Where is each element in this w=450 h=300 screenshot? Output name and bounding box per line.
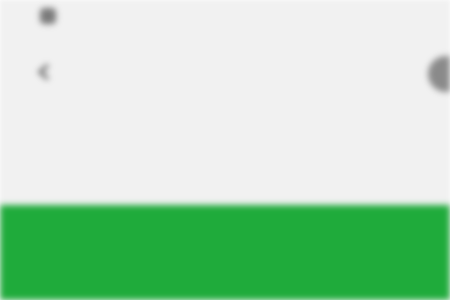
- status-left: [40, 8, 62, 24]
- back-arrow-icon[interactable]: [30, 58, 58, 86]
- action-panel[interactable]: [0, 205, 450, 300]
- app-screen: [0, 0, 450, 300]
- back-arrow-icon-svg: [37, 63, 49, 81]
- header: [0, 40, 450, 100]
- profile-circle-icon[interactable]: [428, 56, 450, 92]
- app-icon: [40, 8, 56, 24]
- status-bar: [0, 0, 450, 36]
